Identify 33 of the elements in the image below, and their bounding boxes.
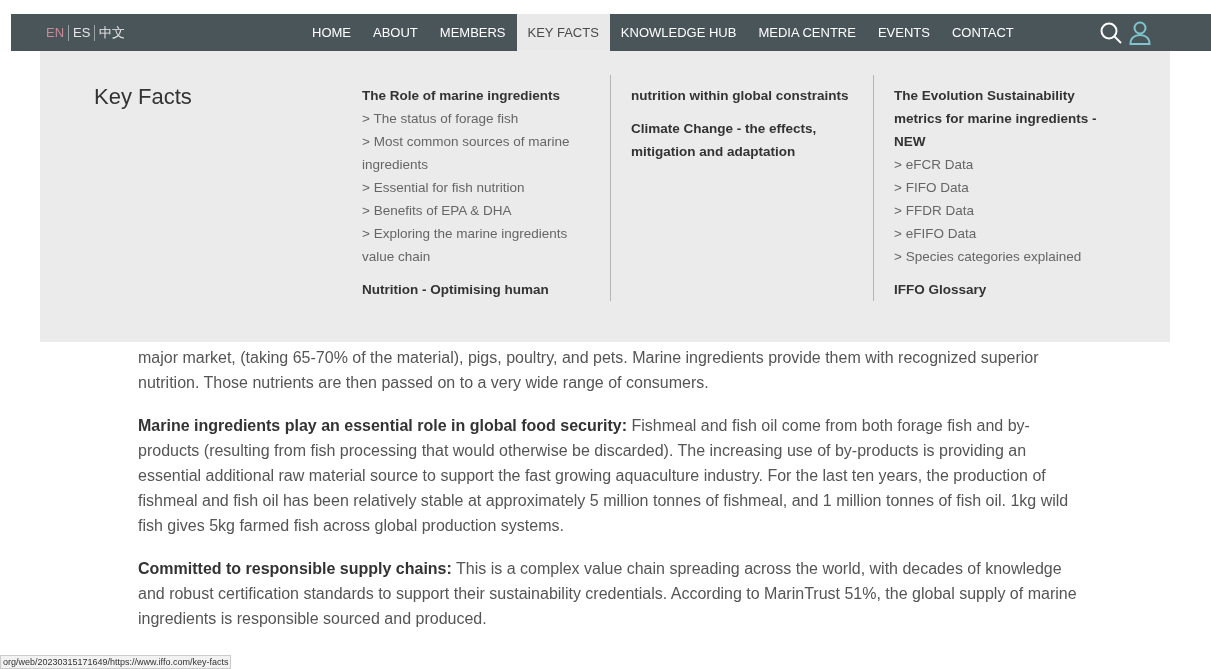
body-paragraph: major market, (taking 65-70% of the material), pigs, poultry, and pets. Marine ingredients provide them with recognized superior nutrition. Those nutrients are then passed on to a very wide range of consumers.	[138, 348, 1040, 393]
menu-heading-link[interactable]: Nutrition - Optimising human	[362, 278, 590, 301]
language-link[interactable]: 中文	[99, 22, 126, 43]
menu-link[interactable]: > FFDR Data	[894, 199, 1120, 222]
nav-tab[interactable]: KEY FACTS	[516, 14, 610, 51]
user-icon[interactable]	[1129, 20, 1151, 45]
menu-heading-link[interactable]: Climate Change - the effects, mitigation and adaptation	[631, 117, 853, 163]
search-icon[interactable]	[1099, 20, 1123, 45]
body-paragraph: Committed to responsible supply chains: This is a complex value chain spreading across the world, with decades of knowledge and robust certification standards to support their sustainability credentials. According to MarinTrust 51%, the global supply of marine ingredients is responsible sourced and produced.	[138, 559, 1078, 629]
status-bar-url: org/web/20230315171649/https://www.iffo.com/key-facts	[0, 655, 232, 669]
menu-link[interactable]: > eFCR Data	[894, 153, 1120, 176]
nav-tab[interactable]: KNOWLEDGE HUB	[609, 14, 748, 51]
nav-tab[interactable]: HOME	[301, 14, 362, 51]
nav-tab[interactable]: ABOUT	[362, 14, 429, 51]
menu-link[interactable]: > FIFO Data	[894, 176, 1120, 199]
menu-heading-link[interactable]: nutrition within global constraints	[631, 84, 853, 107]
menu-link[interactable]: > eFIFO Data	[894, 222, 1120, 245]
menu-link[interactable]: > Species categories explained	[894, 245, 1120, 268]
menu-title: Key Facts	[94, 84, 193, 110]
menu-link[interactable]: > Most common sources of marine ingredients	[362, 130, 590, 176]
menu-link[interactable]: > The status of forage fish	[362, 107, 590, 130]
menu-heading-link[interactable]: The Evolution Sustainability metrics for marine ingredients - NEW	[894, 84, 1120, 153]
nav-tab[interactable]: MEDIA CENTRE	[747, 14, 867, 51]
menu-heading-link[interactable]: The Role of marine ingredients	[362, 84, 590, 107]
nav-tab[interactable]: CONTACT	[940, 14, 1025, 51]
nav-tab[interactable]: MEMBERS	[428, 14, 517, 51]
body-paragraph: Marine ingredients play an essential role in global food security: Fishmeal and fish oil come from both forage fish and by-products (resulting from fish processing that would otherwise be discarded). The increasing use of by-products is providing an essential additional raw material source to support the fast growing aquaculture industry. For the last ten years, the production of fishmeal and fish oil has been relatively stable at approximately 5 million tonnes of fishmeal, and 1 million tonnes of fish oil. 1kg wild fish gives 5kg farmed fish across global production systems.	[138, 416, 1070, 536]
menu-link[interactable]: > Essential for fish nutrition	[362, 176, 590, 199]
menu-link[interactable]: > Benefits of EPA & DHA	[362, 199, 590, 222]
menu-link[interactable]: > Exploring the marine ingredients value chain	[362, 222, 590, 268]
language-link[interactable]: ES	[73, 22, 91, 43]
menu-heading-link[interactable]: IFFO Glossary	[894, 278, 1120, 301]
nav-tab[interactable]: EVENTS	[866, 14, 941, 51]
